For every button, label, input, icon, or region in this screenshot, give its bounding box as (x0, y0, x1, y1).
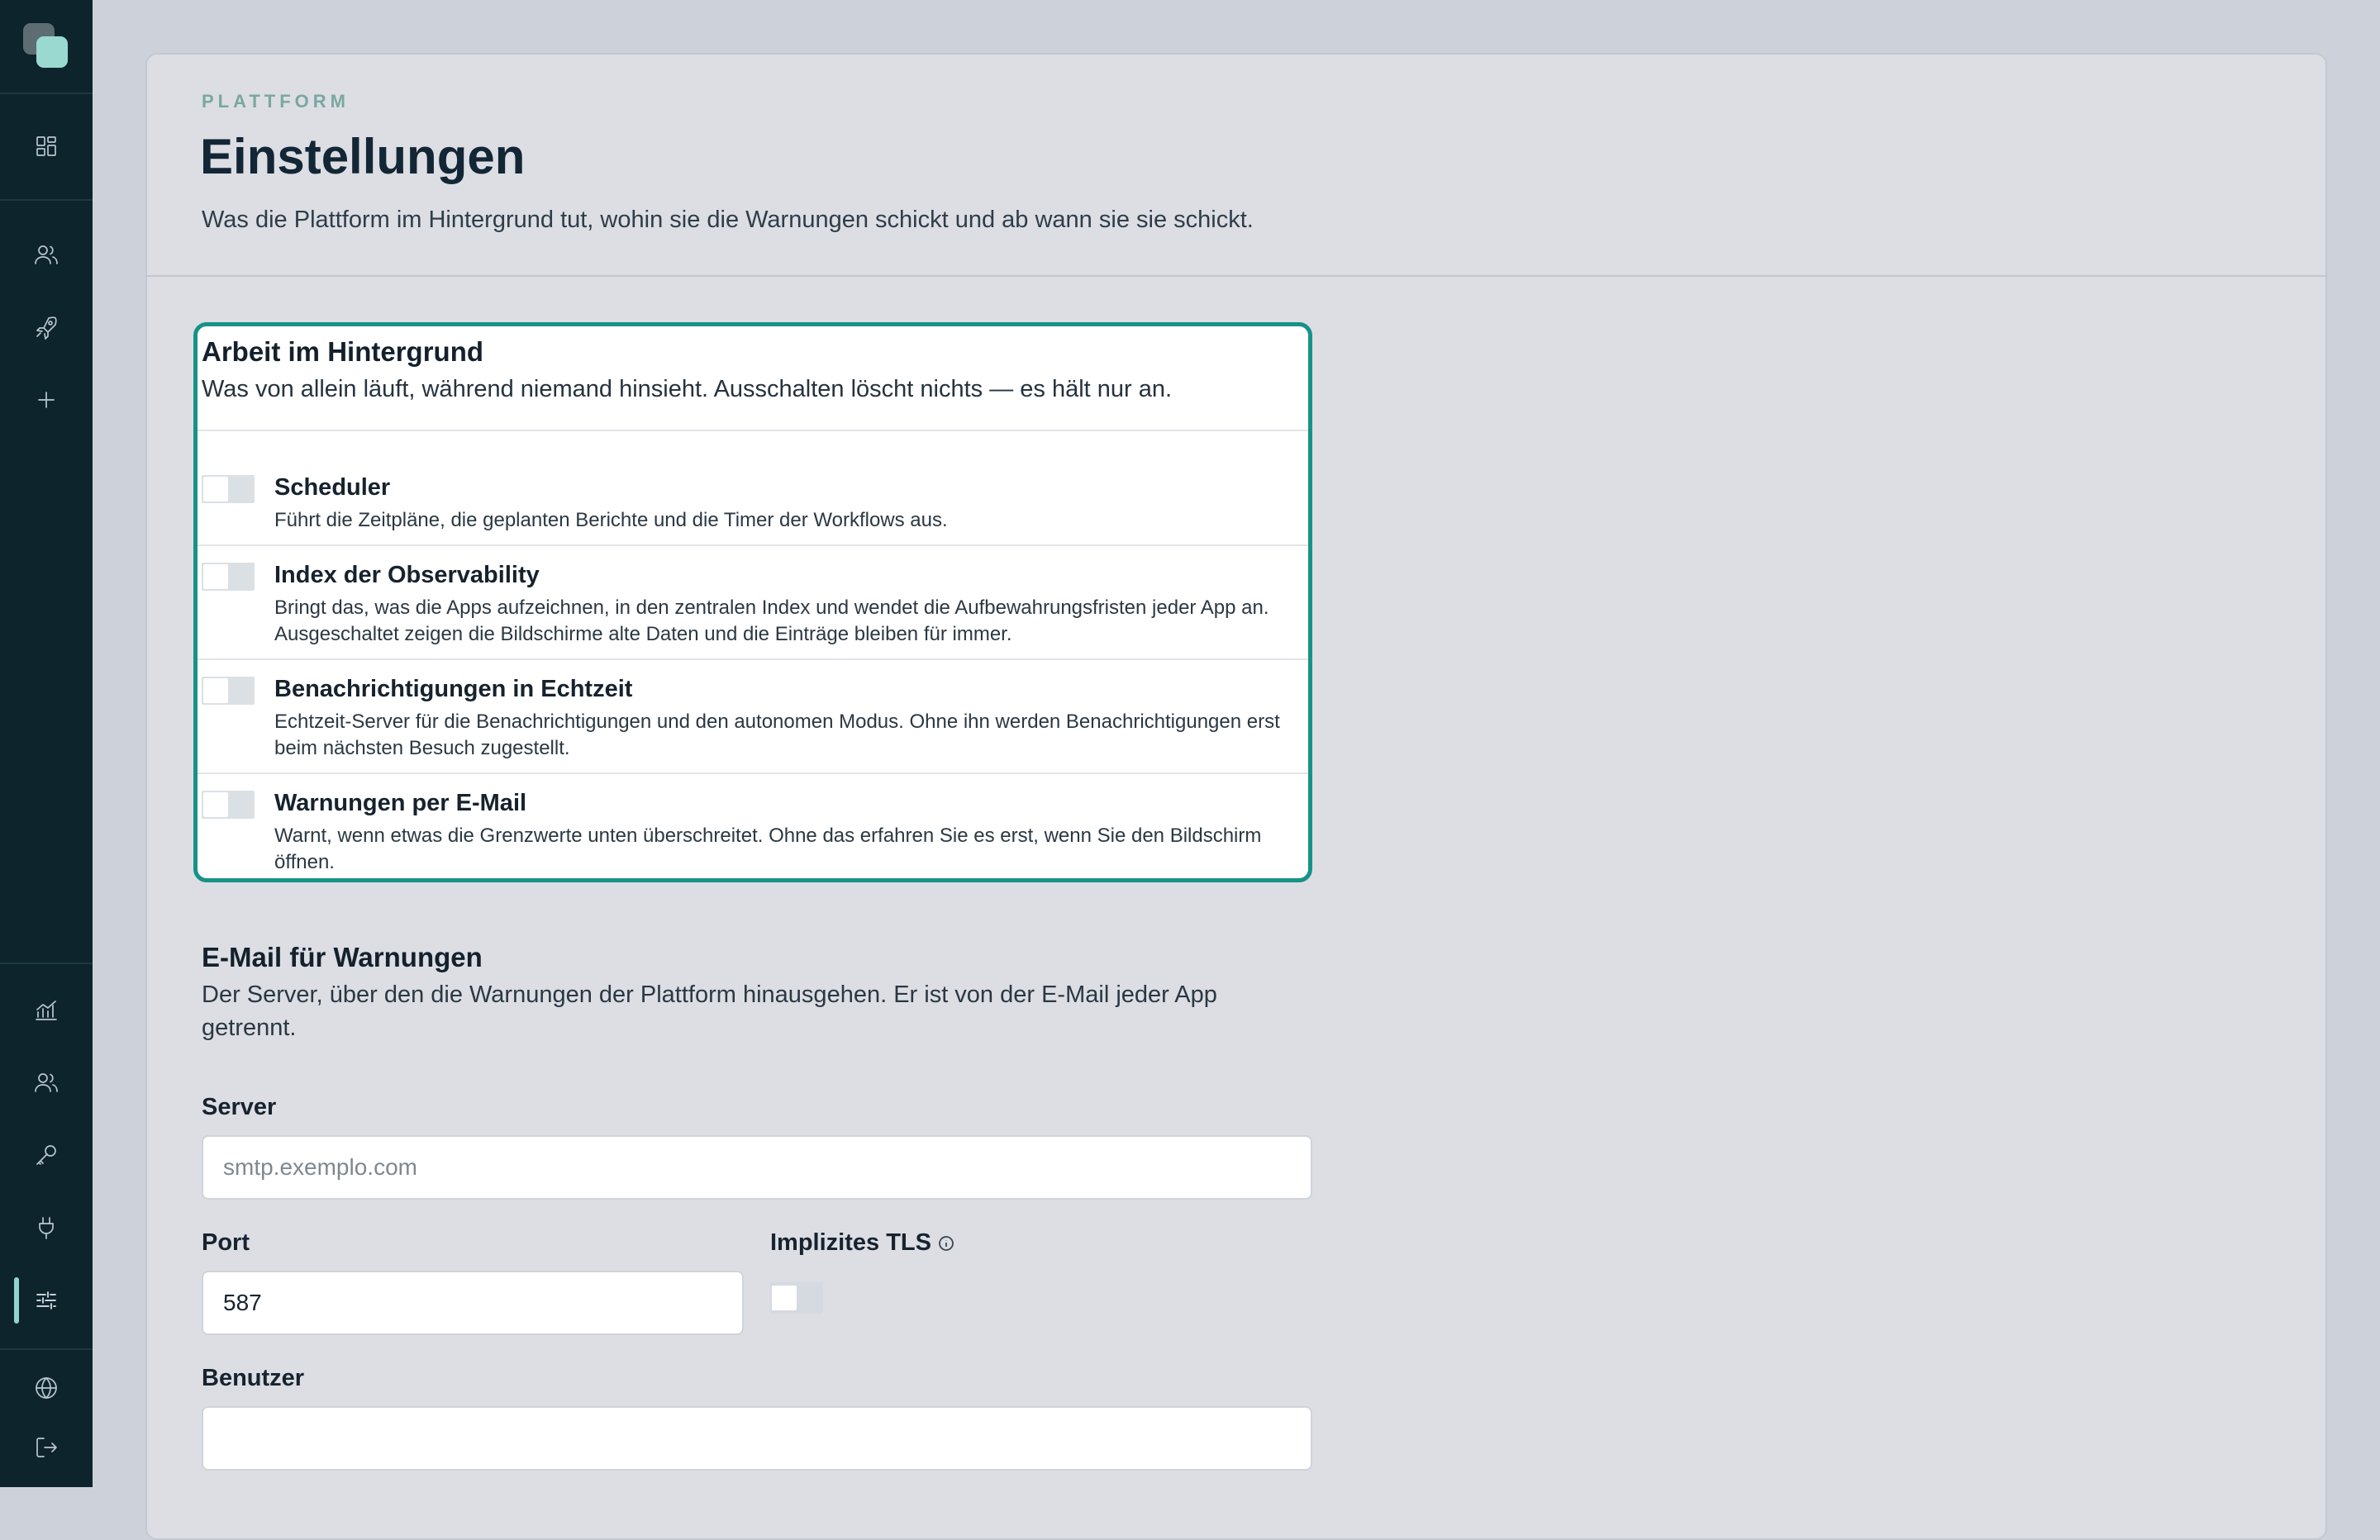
setting-row-scheduler: Scheduler Führt die Zeitpläne, die gepla… (198, 474, 1308, 534)
sidebar-divider (0, 962, 93, 964)
sidebar-divider (0, 93, 93, 94)
key-icon (36, 1145, 56, 1165)
info-icon-glyph (939, 1236, 954, 1251)
section-title: Arbeit im Hintergrund (202, 336, 484, 367)
row-divider (198, 772, 1308, 774)
setting-label: Warnungen per E-Mail (274, 790, 527, 816)
setting-row-observability-index: Index der Observability Bringt das, was … (198, 562, 1308, 654)
sidebar-divider (0, 199, 93, 201)
sidebar-item-integrations[interactable] (0, 1201, 93, 1254)
plus-icon (38, 392, 55, 408)
observability-index-toggle[interactable] (202, 563, 255, 591)
breadcrumb: PLATTFORM (202, 91, 350, 112)
scheduler-toggle[interactable] (202, 475, 255, 503)
card-divider (198, 430, 1308, 431)
section-description: Was von allein läuft, während niemand hi… (202, 376, 1173, 402)
email-alerts-toggle[interactable] (202, 791, 255, 819)
sidebar-item-analytics[interactable] (0, 983, 93, 1036)
email-section-description: Der Server, über den die Warnungen der P… (202, 982, 1217, 1041)
row-divider (198, 658, 1308, 660)
sidebar-item-dashboard[interactable] (0, 120, 93, 173)
setting-description: Führt die Zeitpläne, die geplanten Beric… (274, 509, 948, 531)
settings-panel: PLATTFORM Einstellungen Was die Plattfor… (145, 53, 2327, 1540)
sidebar-item-add[interactable] (0, 373, 93, 426)
setting-description: Warnt, wenn etwas die Grenzwerte unten ü… (274, 825, 1262, 873)
info-icon[interactable] (937, 1234, 955, 1252)
sliders-icon (36, 1291, 56, 1309)
sidebar-item-users[interactable] (0, 228, 93, 281)
page-title: Einstellungen (200, 129, 526, 184)
server-label: Server (202, 1094, 277, 1120)
toggle-knob (772, 1286, 797, 1310)
server-input[interactable] (202, 1135, 1312, 1200)
user-label: Benutzer (202, 1365, 305, 1391)
toggle-knob (203, 564, 228, 589)
grid-icon (36, 136, 56, 156)
realtime-notifications-toggle[interactable] (202, 677, 255, 705)
sidebar-item-team[interactable] (0, 1056, 93, 1109)
logo-front-shape (36, 36, 68, 68)
setting-description: Echtzeit-Server für die Benachrichtigung… (274, 711, 1280, 759)
setting-row-realtime-notifications: Benachrichtigungen in Echtzeit Echtzeit-… (198, 676, 1308, 768)
sidebar-item-settings[interactable] (0, 1274, 93, 1327)
setting-row-email-alerts: Warnungen per E-Mail Warnt, wenn etwas d… (198, 790, 1308, 878)
app-logo[interactable] (23, 23, 69, 69)
email-section-title: E-Mail für Warnungen (202, 942, 483, 972)
row-divider (198, 544, 1308, 546)
implicit-tls-label: Implizites TLS (770, 1229, 931, 1256)
plug-icon (39, 1217, 54, 1239)
sidebar (0, 0, 93, 1487)
setting-label: Benachrichtigungen in Echtzeit (274, 676, 633, 702)
toggle-knob (203, 477, 228, 501)
setting-description: Bringt das, was die Apps aufzeichnen, in… (274, 597, 1269, 645)
setting-label: Scheduler (274, 474, 391, 501)
logout-icon (36, 1438, 57, 1457)
sidebar-item-deploy[interactable] (0, 301, 93, 354)
port-label: Port (202, 1229, 250, 1256)
sidebar-item-keys[interactable] (0, 1129, 93, 1181)
port-input[interactable] (202, 1271, 744, 1335)
globe-icon (36, 1377, 57, 1399)
users-icon (35, 1073, 58, 1092)
rocket-icon (36, 316, 57, 340)
page-subtitle: Was die Plattform im Hintergrund tut, wo… (202, 207, 1254, 233)
background-work-card: Arbeit im Hintergrund Was von allein läu… (193, 322, 1312, 882)
users-icon (35, 245, 58, 264)
setting-label: Index der Observability (274, 562, 540, 588)
header-divider (147, 275, 2325, 277)
sidebar-divider (0, 1348, 93, 1350)
implicit-tls-toggle[interactable] (770, 1282, 823, 1314)
toggle-knob (203, 792, 228, 817)
user-input[interactable] (202, 1406, 1312, 1471)
toggle-knob (203, 678, 228, 703)
sidebar-item-language[interactable] (0, 1362, 93, 1414)
chart-icon (36, 1001, 57, 1020)
sidebar-item-logout[interactable] (0, 1421, 93, 1474)
